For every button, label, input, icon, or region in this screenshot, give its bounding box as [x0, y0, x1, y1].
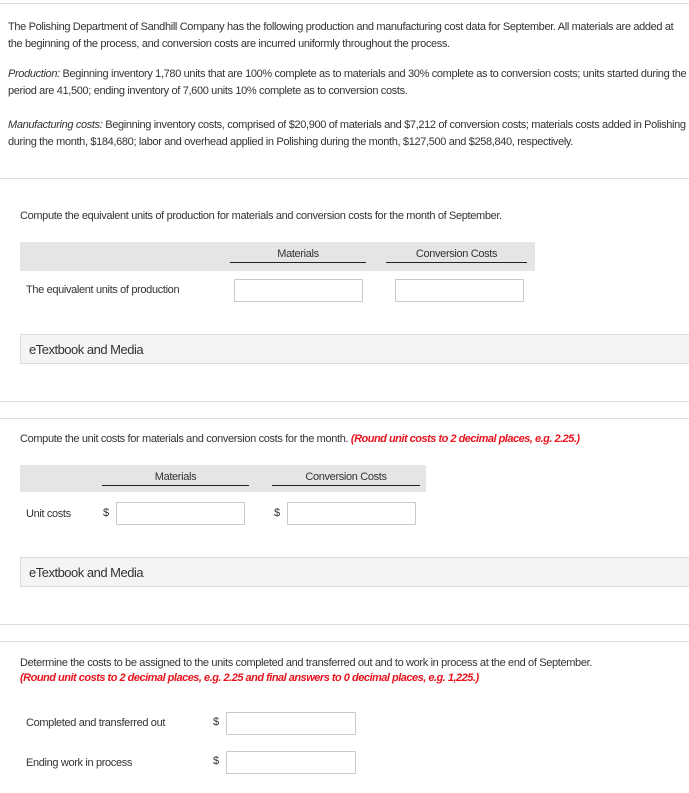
section-divider	[0, 641, 689, 642]
part2-rounding-instruction: (Round unit costs to 2 decimal places, e…	[350, 433, 580, 445]
part2-col-conversion: Conversion Costs	[272, 471, 420, 486]
ending-wip-input[interactable]	[226, 751, 356, 774]
problem-intro: The Polishing Department of Sandhill Com…	[8, 21, 674, 50]
section-divider	[0, 418, 689, 419]
production-label: Production:	[8, 68, 60, 80]
section-divider	[0, 401, 689, 402]
etextbook-media-button-1[interactable]: eTextbook and Media	[20, 334, 689, 364]
etextbook-media-button-2[interactable]: eTextbook and Media	[20, 557, 689, 587]
top-divider	[0, 3, 689, 4]
part1-col-conversion: Conversion Costs	[386, 248, 527, 263]
production-text: Beginning inventory 1,780 units that are…	[8, 68, 687, 97]
part2-question-text: Compute the unit costs for materials and…	[20, 433, 351, 445]
currency-symbol: $	[103, 507, 109, 519]
part2-col-materials: Materials	[102, 471, 249, 486]
completed-transferred-input[interactable]	[226, 712, 356, 735]
completed-transferred-label: Completed and transferred out	[26, 717, 166, 729]
part2-question: Compute the unit costs for materials and…	[20, 431, 580, 447]
currency-symbol: $	[213, 755, 219, 767]
manufacturing-text: Beginning inventory costs, comprised of …	[8, 119, 686, 148]
manufacturing-costs-data: Manufacturing costs: Beginning inventory…	[8, 117, 688, 151]
part2-row-label: Unit costs	[26, 508, 71, 520]
equivalent-units-conversion-input[interactable]	[395, 279, 524, 302]
production-data: Production: Beginning inventory 1,780 un…	[8, 66, 688, 100]
part1-row-label: The equivalent units of production	[26, 284, 180, 296]
unit-cost-conversion-input[interactable]	[287, 502, 416, 525]
currency-symbol: $	[213, 716, 219, 728]
part3-question: Determine the costs to be assigned to th…	[20, 657, 592, 669]
ending-wip-label: Ending work in process	[26, 757, 133, 769]
currency-symbol: $	[274, 507, 280, 519]
part1-question: Compute the equivalent units of producti…	[20, 210, 502, 222]
unit-cost-materials-input[interactable]	[116, 502, 245, 525]
section-divider	[0, 624, 689, 625]
equivalent-units-materials-input[interactable]	[234, 279, 363, 302]
part1-col-materials: Materials	[230, 248, 366, 263]
part3-rounding-instruction: (Round unit costs to 2 decimal places, e…	[20, 672, 479, 684]
manufacturing-label: Manufacturing costs:	[8, 119, 103, 131]
section-divider	[0, 178, 689, 179]
